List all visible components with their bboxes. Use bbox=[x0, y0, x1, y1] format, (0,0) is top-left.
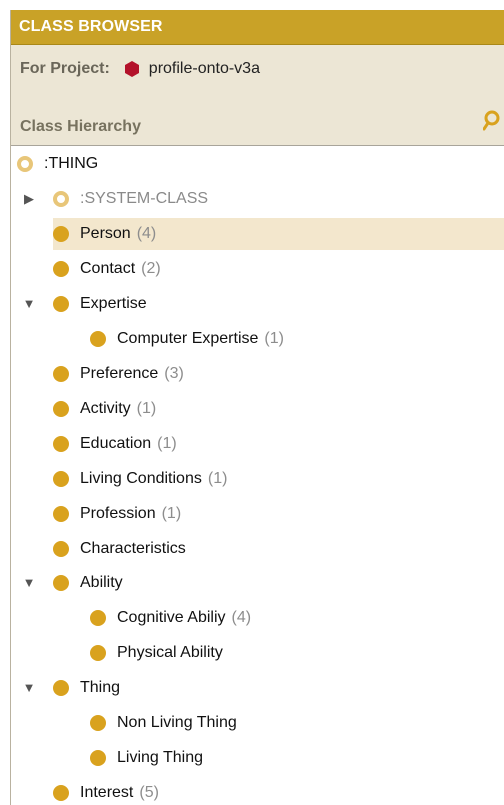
class-icon bbox=[53, 296, 69, 312]
tree-row[interactable]: ▼ Ability bbox=[23, 567, 123, 599]
class-icon bbox=[53, 680, 69, 696]
class-icon bbox=[53, 366, 69, 382]
expand-arrow-icon[interactable]: ▶ bbox=[22, 183, 36, 215]
tree-row[interactable]: Activity (1) bbox=[53, 393, 156, 425]
tree-row-label: Profession bbox=[80, 505, 156, 522]
instance-count: (4) bbox=[231, 609, 252, 626]
tree-row[interactable]: Profession (1) bbox=[53, 498, 181, 530]
project-name: profile-onto-v3a bbox=[148, 60, 260, 77]
class-hollow-icon bbox=[17, 156, 33, 172]
tree-row-label: Thing bbox=[80, 679, 121, 696]
project-row: For Project: profile-onto-v3a bbox=[20, 60, 260, 78]
instance-count: (5) bbox=[139, 784, 159, 801]
instance-count: (1) bbox=[136, 400, 157, 417]
class-icon bbox=[53, 401, 69, 417]
collapse-arrow-icon[interactable]: ▼ bbox=[22, 672, 36, 704]
class-icon bbox=[90, 610, 106, 626]
tree-row[interactable]: Living Conditions (1) bbox=[53, 463, 227, 495]
tree-row[interactable]: Education (1) bbox=[53, 428, 177, 460]
tree-row-label: :SYSTEM-CLASS bbox=[80, 190, 209, 207]
tree-row[interactable]: Characteristics bbox=[53, 533, 186, 565]
instance-count: (2) bbox=[141, 260, 161, 277]
class-browser-panel: CLASS BROWSER For Project: profile-onto-… bbox=[10, 10, 504, 805]
project-hexagon-icon bbox=[124, 61, 139, 77]
tree-row[interactable]: Living Thing bbox=[90, 742, 203, 774]
tree-row-label: Physical Ability bbox=[117, 644, 223, 661]
class-hollow-icon bbox=[53, 191, 69, 207]
tree-row[interactable]: ▼ Expertise bbox=[23, 288, 147, 320]
tree-row-label: Expertise bbox=[80, 295, 147, 312]
tree-row[interactable]: Preference (3) bbox=[53, 358, 184, 390]
collapse-arrow-icon[interactable]: ▼ bbox=[22, 567, 36, 599]
header-panel: For Project: profile-onto-v3a Class Hier… bbox=[11, 45, 504, 146]
magnifier-icon bbox=[483, 110, 500, 131]
class-icon bbox=[53, 785, 69, 801]
tree-row-label: Activity bbox=[80, 400, 131, 417]
search-class-icon[interactable] bbox=[483, 109, 504, 133]
tree-row-label: Contact bbox=[80, 260, 136, 277]
instance-count: (1) bbox=[161, 505, 182, 522]
tree-row[interactable]: ▶ :SYSTEM-CLASS bbox=[24, 183, 209, 215]
class-icon bbox=[53, 541, 69, 557]
project-icon bbox=[124, 61, 140, 77]
tree-row-label: Characteristics bbox=[80, 540, 186, 557]
tree-row[interactable]: Physical Ability bbox=[90, 637, 223, 669]
tree-row-label: :THING bbox=[44, 155, 99, 172]
tree-row[interactable]: Interest (5) bbox=[53, 777, 159, 805]
class-icon bbox=[53, 436, 69, 452]
tree-row-label: Ability bbox=[80, 574, 123, 591]
titlebar: CLASS BROWSER bbox=[11, 10, 504, 45]
instance-count: (4) bbox=[136, 225, 157, 242]
class-icon bbox=[53, 471, 69, 487]
instance-count: (3) bbox=[164, 365, 184, 382]
tree-row-label: Computer Expertise bbox=[117, 330, 259, 347]
tree-row-label: Cognitive Abiliy bbox=[117, 609, 226, 626]
tree-row[interactable]: Person (4) bbox=[53, 218, 504, 250]
tree-row[interactable]: ▼ Thing bbox=[23, 672, 121, 704]
tree-row[interactable]: :THING bbox=[17, 148, 98, 180]
tree-row[interactable]: Computer Expertise (1) bbox=[90, 323, 284, 355]
class-icon bbox=[53, 506, 69, 522]
class-icon bbox=[53, 261, 69, 277]
class-icon bbox=[90, 645, 106, 661]
class-hierarchy-label: Class Hierarchy bbox=[20, 118, 141, 135]
tree-row[interactable]: Contact (2) bbox=[53, 253, 161, 285]
tree-row-label: Living Conditions bbox=[80, 470, 202, 487]
tree-row[interactable]: Non Living Thing bbox=[90, 707, 237, 739]
tree-row[interactable]: Cognitive Abiliy (4) bbox=[90, 602, 251, 634]
collapse-arrow-icon[interactable]: ▼ bbox=[22, 288, 36, 320]
instance-count: (1) bbox=[264, 330, 284, 347]
tree-row-label: Person bbox=[80, 225, 131, 242]
instance-count: (1) bbox=[207, 470, 228, 487]
tree-row-label: Non Living Thing bbox=[117, 714, 237, 731]
tree-row-label: Interest bbox=[80, 784, 134, 801]
class-icon bbox=[90, 331, 106, 347]
class-icon bbox=[90, 750, 106, 766]
class-icon bbox=[53, 575, 69, 591]
panel-title: CLASS BROWSER bbox=[19, 18, 163, 35]
instance-count: (1) bbox=[157, 435, 177, 452]
class-icon bbox=[53, 226, 69, 242]
class-icon bbox=[90, 715, 106, 731]
tree-row-label: Living Thing bbox=[117, 749, 203, 766]
tree-row-label: Preference bbox=[80, 365, 159, 382]
project-label: For Project: bbox=[20, 60, 110, 77]
tree-row-label: Education bbox=[80, 435, 152, 452]
